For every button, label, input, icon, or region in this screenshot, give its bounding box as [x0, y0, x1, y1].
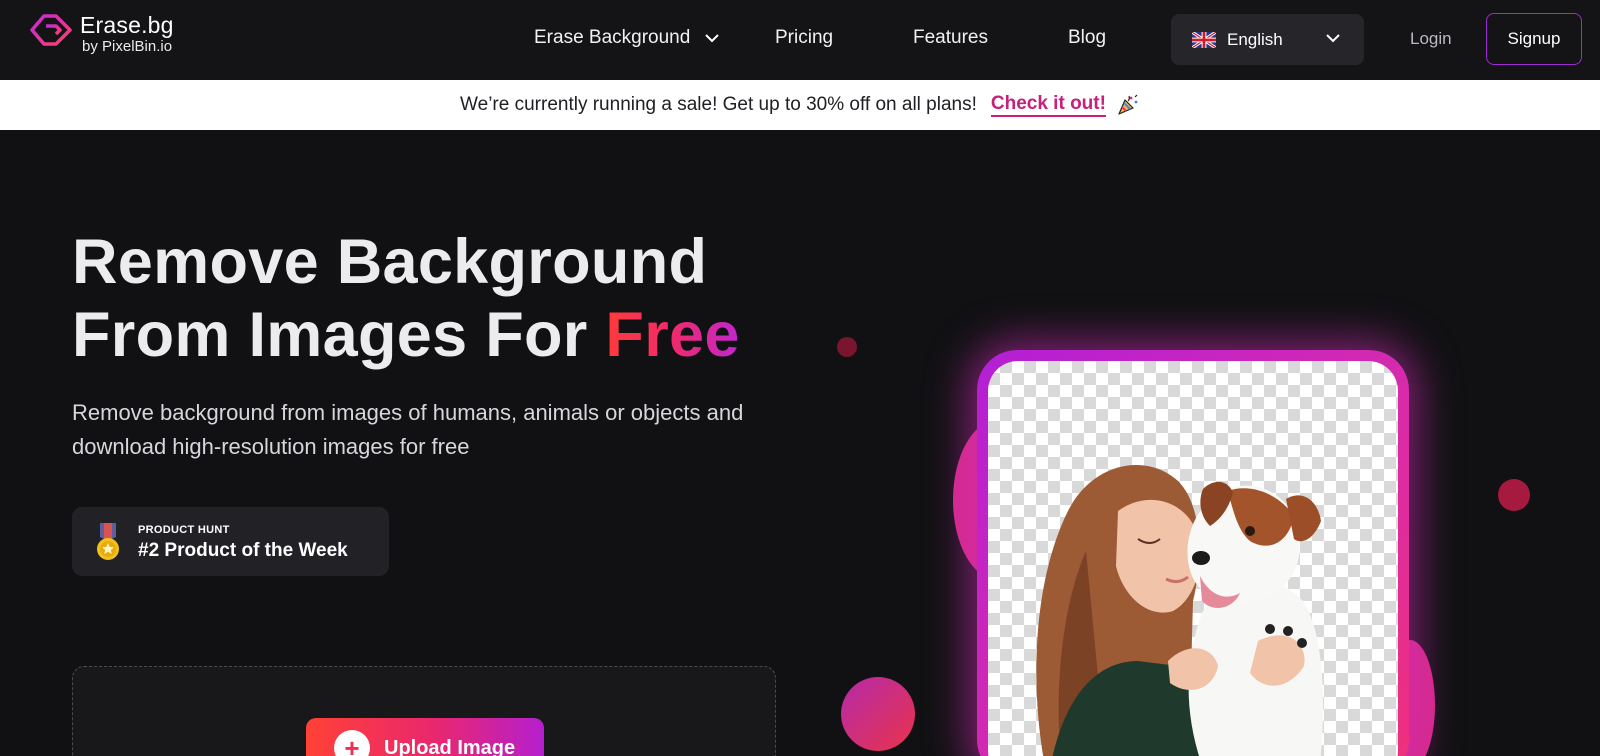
nav-erase-background[interactable]: Erase Background: [534, 27, 720, 49]
nav-pricing[interactable]: Pricing: [775, 27, 833, 49]
party-popper-icon: [1118, 94, 1138, 115]
language-selector[interactable]: English: [1171, 14, 1364, 65]
upload-image-label: Upload Image: [384, 736, 516, 756]
signup-button[interactable]: Signup: [1486, 13, 1582, 65]
upload-image-button[interactable]: + Upload Image: [306, 718, 544, 756]
decor-dot: [837, 337, 857, 357]
sale-banner-text: We’re currently running a sale! Get up t…: [460, 94, 977, 115]
erase-bg-logo-icon: [30, 14, 72, 46]
medal-icon: [97, 523, 119, 560]
badge-title: #2 Product of the Week: [138, 540, 348, 561]
decor-dot: [841, 677, 915, 751]
uk-flag-icon: [1192, 31, 1216, 48]
product-hunt-badge[interactable]: PRODUCT HUNT #2 Product of the Week: [72, 507, 389, 576]
sale-banner: We’re currently running a sale! Get up t…: [0, 80, 1600, 130]
login-link[interactable]: Login: [1410, 29, 1452, 49]
sale-banner-cta-link[interactable]: Check it out!: [990, 93, 1106, 117]
language-label: English: [1227, 29, 1283, 49]
badge-caption: PRODUCT HUNT: [138, 524, 230, 536]
nav-features[interactable]: Features: [913, 27, 988, 49]
hero-title-line2: From Images For: [72, 300, 606, 370]
hero-title: Remove Background From Images For Free: [72, 226, 740, 372]
hero-subtitle: Remove background from images of humans,…: [72, 400, 744, 459]
nav-blog-label: Blog: [1068, 27, 1107, 48]
brand-logo[interactable]: Erase.bg by PixelBin.io: [30, 12, 174, 56]
chevron-down-icon: [705, 34, 720, 43]
brand-byline: by PixelBin.io: [82, 38, 173, 55]
nav-erase-background-label: Erase Background: [534, 27, 691, 48]
woman-with-dog-image: [1036, 465, 1323, 756]
upload-dropzone[interactable]: + Upload Image: [72, 666, 776, 756]
brand-name: Erase.bg: [80, 12, 174, 38]
plus-icon: +: [334, 730, 370, 756]
nav-pricing-label: Pricing: [775, 27, 834, 48]
nav-features-label: Features: [913, 27, 988, 48]
nav-blog[interactable]: Blog: [1068, 27, 1106, 49]
decor-dot: [1498, 479, 1530, 511]
transparent-background: [988, 361, 1398, 756]
hero-image-frame: [977, 350, 1409, 756]
hero-title-line1: Remove Background: [72, 227, 708, 297]
chevron-down-icon: [1326, 34, 1340, 43]
top-navbar: Erase.bg by PixelBin.io Erase Background…: [0, 0, 1600, 80]
hero-title-highlight: Free: [605, 300, 740, 370]
